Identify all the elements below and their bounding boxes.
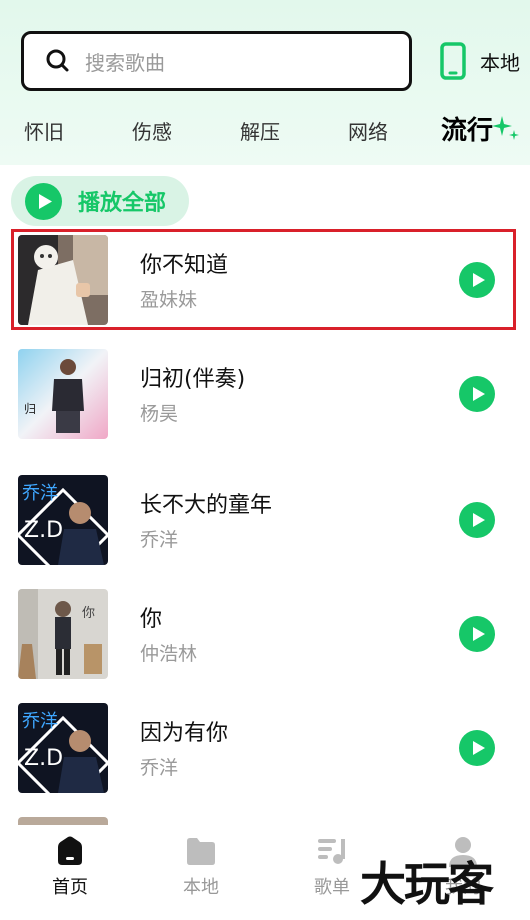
- song-artist: 杨昊: [140, 403, 179, 425]
- phone-icon: [440, 42, 466, 80]
- play-circle-icon: [25, 182, 62, 220]
- song-item[interactable]: 乔洋 Z.D 长不大的童年 乔洋: [0, 475, 530, 567]
- song-item[interactable]: 乔洋 Z.D 因为有你 乔洋: [0, 703, 530, 795]
- song-artist: 乔洋: [140, 529, 179, 551]
- song-artist: 仲浩林: [140, 643, 198, 665]
- tab-wangluo[interactable]: 网络: [348, 116, 388, 145]
- song-title: 长不大的童年: [140, 493, 273, 518]
- svg-text:Z.D: Z.D: [24, 746, 63, 771]
- song-title: 归初(伴奏): [140, 367, 246, 392]
- nav-home-label: 首页: [52, 877, 88, 898]
- local-button[interactable]: 本地: [440, 42, 525, 80]
- folder-icon: [185, 835, 217, 867]
- tab-shanggan[interactable]: 伤感: [132, 116, 172, 145]
- album-cover: 乔洋 Z.D: [18, 475, 108, 565]
- search-placeholder: 搜索歌曲: [85, 50, 165, 75]
- play-all-button[interactable]: 播放全部: [11, 176, 189, 226]
- song-item[interactable]: 你 你 仲浩林: [0, 589, 530, 681]
- album-cover-partial: [18, 817, 108, 825]
- local-button-label: 本地: [480, 50, 520, 75]
- song-title: 因为有你: [140, 721, 229, 746]
- song-title: 你不知道: [140, 253, 229, 278]
- nav-local-label: 本地: [183, 877, 219, 898]
- album-cover: [18, 235, 108, 325]
- svg-text:乔洋: 乔洋: [22, 711, 58, 732]
- play-icon[interactable]: [459, 730, 495, 766]
- play-icon[interactable]: [459, 376, 495, 412]
- play-icon[interactable]: [459, 262, 495, 298]
- album-cover: 归: [18, 349, 108, 439]
- song-artist: 盈妹妹: [140, 289, 198, 311]
- play-icon[interactable]: [459, 502, 495, 538]
- sparkle-icon: [492, 116, 519, 140]
- album-cover: 你: [18, 589, 108, 679]
- svg-text:你: 你: [82, 606, 95, 621]
- watermark: 大玩客: [360, 857, 494, 911]
- nav-local[interactable]: 本地: [161, 825, 241, 920]
- tab-jieya[interactable]: 解压: [240, 116, 280, 145]
- song-title: 你: [140, 607, 163, 632]
- tab-liuxing[interactable]: 流行: [441, 110, 493, 147]
- svg-text:乔洋: 乔洋: [22, 483, 58, 504]
- nav-home[interactable]: 首页: [30, 825, 110, 920]
- category-tabs: 怀旧 伤感 解压 网络 流行: [0, 108, 530, 150]
- search-box[interactable]: 搜索歌曲: [21, 31, 412, 91]
- playlist-icon: [316, 835, 348, 867]
- play-all-label: 播放全部: [78, 191, 167, 216]
- song-item[interactable]: 你不知道 盈妹妹: [0, 235, 530, 327]
- search-icon: [45, 48, 71, 74]
- svg-text:归: 归: [24, 402, 36, 416]
- album-cover: 乔洋 Z.D: [18, 703, 108, 793]
- song-artist: 乔洋: [140, 757, 179, 779]
- home-icon: [54, 835, 86, 867]
- svg-text:Z.D: Z.D: [24, 518, 63, 543]
- tab-huaijiu[interactable]: 怀旧: [24, 116, 64, 145]
- song-item[interactable]: 归 归初(伴奏) 杨昊: [0, 349, 530, 441]
- play-icon[interactable]: [459, 616, 495, 652]
